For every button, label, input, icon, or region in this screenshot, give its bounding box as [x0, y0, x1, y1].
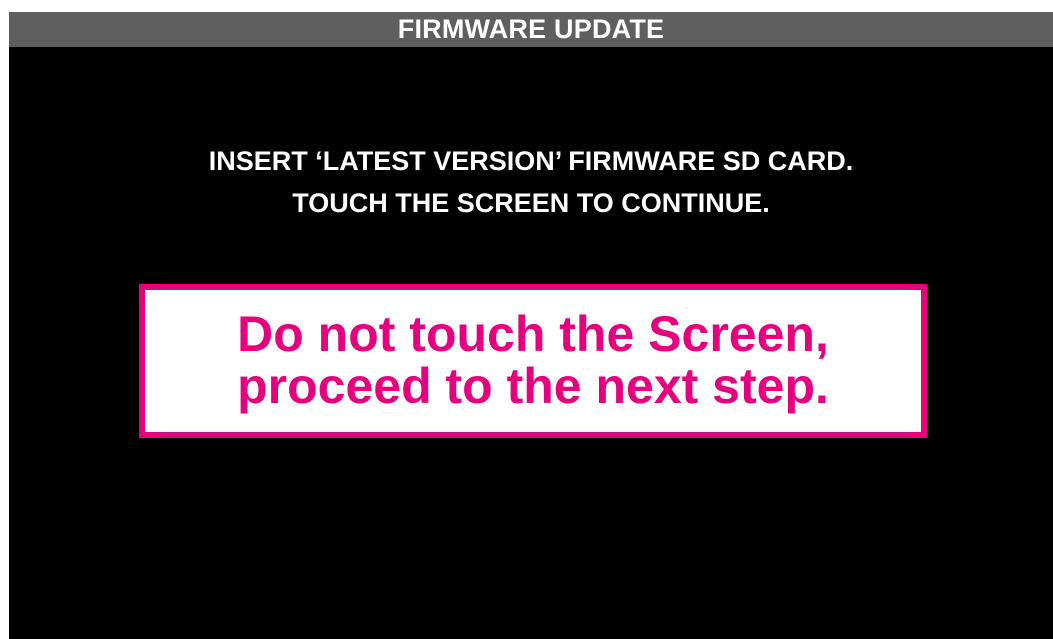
caution-note-line-1: Do not touch the Screen,: [237, 306, 829, 362]
instruction-message: INSERT ‘LATEST VERSION’ FIRMWARE SD CARD…: [9, 140, 1053, 224]
caution-note-box: Do not touch the Screen, proceed to the …: [139, 284, 927, 438]
screen-title: FIRMWARE UPDATE: [9, 12, 1053, 47]
instruction-line-insert-card: INSERT ‘LATEST VERSION’ FIRMWARE SD CARD…: [208, 146, 854, 176]
caution-note-text: Do not touch the Screen, proceed to the …: [145, 308, 921, 412]
caution-note-line-2: proceed to the next step.: [237, 358, 829, 414]
instruction-line-touch-screen: TOUCH THE SCREEN TO CONTINUE.: [292, 188, 770, 218]
firmware-update-screen[interactable]: FIRMWARE UPDATE INSERT ‘LATEST VERSION’ …: [9, 12, 1053, 639]
